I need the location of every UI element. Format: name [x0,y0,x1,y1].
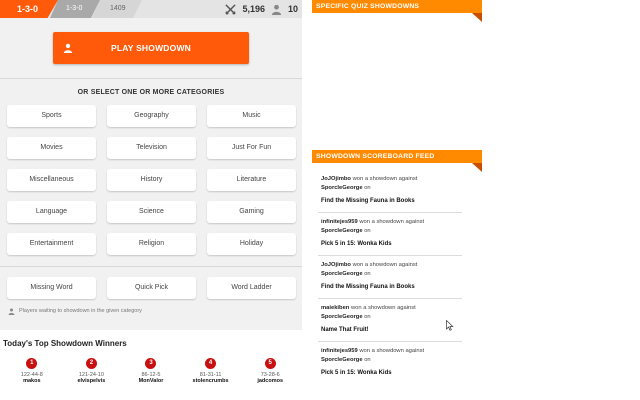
mode-missing-word[interactable]: Missing Word [7,277,96,299]
category-grid: Sports Geography Music Movies Television… [0,105,302,255]
feed-item: JoJOjimbo won a showdown against Sporcle… [318,256,462,299]
play-showdown-label: PLAY SHOWDOWN [110,43,192,53]
person-icon [63,43,73,53]
feed-verb: won a showdown against [350,305,416,311]
feed-loser[interactable]: SporcleGeorge [321,228,363,234]
winner-name[interactable]: stolencrumbs [183,378,239,385]
feed-verb: won a showdown against [359,348,425,354]
feed-on: on [364,185,371,191]
rank-badge: 2 [85,358,97,369]
rank-tab-other[interactable]: 1409 [92,0,142,18]
rank-tab-prev[interactable]: 1-3-0 [50,0,100,18]
play-area: PLAY SHOWDOWN [0,18,302,78]
winner-name[interactable]: makos [4,378,60,385]
feed-winner[interactable]: infinitejes959 [321,348,358,354]
scoreboard-feed-header: SHOWDOWN SCOREBOARD FEED [312,150,482,172]
winner-name[interactable]: MonValor [123,378,179,385]
person-icon [8,308,15,315]
feed-on: on [364,314,371,320]
feed-quiz-link[interactable]: Pick 5 in 15: Wonka Kids [321,239,462,250]
winner-item[interactable]: 1 122-44-8 makos [4,358,60,385]
feed-on: on [364,357,371,363]
category-television[interactable]: Television [107,137,196,159]
scoreboard-feed: JoJOjimbo won a showdown against Sporcle… [318,170,462,385]
winner-name[interactable]: elvispelvis [63,378,119,385]
category-gaming[interactable]: Gaming [207,201,296,223]
category-music[interactable]: Music [207,105,296,127]
category-heading: OR SELECT ONE OR MORE CATEGORIES [77,89,225,96]
mouse-cursor-icon [446,320,454,331]
winners-list: 1 122-44-8 makos 2 121-24-10 elvispelvis… [0,358,302,385]
category-geography[interactable]: Geography [107,105,196,127]
feed-winner[interactable]: maiekiben [321,305,349,311]
category-sports[interactable]: Sports [7,105,96,127]
stats: 5,196 10 [225,0,298,18]
feed-verb: won a showdown against [359,219,425,225]
feed-winner[interactable]: JoJOjimbo [321,176,351,182]
winner-item[interactable]: 2 121-24-10 elvispelvis [63,358,119,385]
feed-quiz-link[interactable]: Name That Fruit! [321,325,462,336]
winner-item[interactable]: 5 73-28-6 jadcomos [242,358,298,385]
feed-item: JoJOjimbo won a showdown against Sporcle… [318,170,462,213]
feed-item: maiekiben won a showdown against Sporcle… [318,299,462,342]
winner-name[interactable]: jadcomos [242,378,298,385]
players-value: 10 [287,4,298,14]
specific-showdowns-header: SPECIFIC QUIZ SHOWDOWNS [312,0,482,22]
category-language[interactable]: Language [7,201,96,223]
category-just-for-fun[interactable]: Just For Fun [207,137,296,159]
rank-bar: 1-3-0 1-3-0 1409 5,196 10 [0,0,302,18]
winners-title: Today's Top Showdown Winners [3,339,127,348]
feed-quiz-link[interactable]: Find the Missing Fauna in Books [321,196,462,207]
top-winners: Today's Top Showdown Winners 1 122-44-8 … [0,330,302,400]
rank-tab-active[interactable]: 1-3-0 [0,0,58,18]
points-value: 5,196 [242,4,265,14]
feed-quiz-link[interactable]: Pick 5 in 15: Wonka Kids [321,368,462,379]
feed-quiz-link[interactable]: Find the Missing Fauna in Books [321,282,462,293]
feed-verb: won a showdown against [352,176,418,182]
play-showdown-button[interactable]: PLAY SHOWDOWN [53,32,249,64]
divider [0,266,302,267]
winner-item[interactable]: 3 86-12-5 MonValor [123,358,179,385]
mode-grid: Missing Word Quick Pick Word Ladder [0,277,302,299]
category-religion[interactable]: Religion [107,233,196,255]
category-miscellaneous[interactable]: Miscellaneous [7,169,96,191]
rank-badge: 3 [145,358,157,369]
feed-loser[interactable]: SporcleGeorge [321,314,363,320]
feed-verb: won a showdown against [352,262,418,268]
crossed-swords-icon [225,3,237,15]
category-science[interactable]: Science [107,201,196,223]
feed-winner[interactable]: infinitejes959 [321,219,358,225]
feed-on: on [364,228,371,234]
winner-item[interactable]: 4 81-31-11 stolencrumbs [183,358,239,385]
mode-quick-pick[interactable]: Quick Pick [107,277,196,299]
feed-winner[interactable]: JoJOjimbo [321,262,351,268]
feed-loser[interactable]: SporcleGeorge [321,271,363,277]
showdown-panel: 1-3-0 1-3-0 1409 5,196 10 PLAY SHOWDOWN … [0,0,302,400]
category-literature[interactable]: Literature [207,169,296,191]
scoreboard-feed-title: SHOWDOWN SCOREBOARD FEED [316,153,435,160]
category-holiday[interactable]: Holiday [207,233,296,255]
ribbon-fold [472,163,482,172]
category-history[interactable]: History [107,169,196,191]
ribbon-fold [472,13,482,22]
rank-badge: 1 [26,358,38,369]
feed-item: infinitejes959 won a showdown against Sp… [318,342,462,385]
person-icon [271,4,282,15]
waiting-note: Players waiting to showdown in the given… [0,299,302,323]
feed-loser[interactable]: SporcleGeorge [321,185,363,191]
specific-showdowns-title: SPECIFIC QUIZ SHOWDOWNS [316,3,420,10]
rank-badge: 4 [205,358,217,369]
rank-badge: 5 [264,358,276,369]
feed-item: infinitejes959 won a showdown against Sp… [318,213,462,256]
category-entertainment[interactable]: Entertainment [7,233,96,255]
category-movies[interactable]: Movies [7,137,96,159]
feed-loser[interactable]: SporcleGeorge [321,357,363,363]
mode-word-ladder[interactable]: Word Ladder [207,277,296,299]
feed-on: on [364,271,371,277]
waiting-note-text: Players waiting to showdown in the given… [19,308,142,314]
